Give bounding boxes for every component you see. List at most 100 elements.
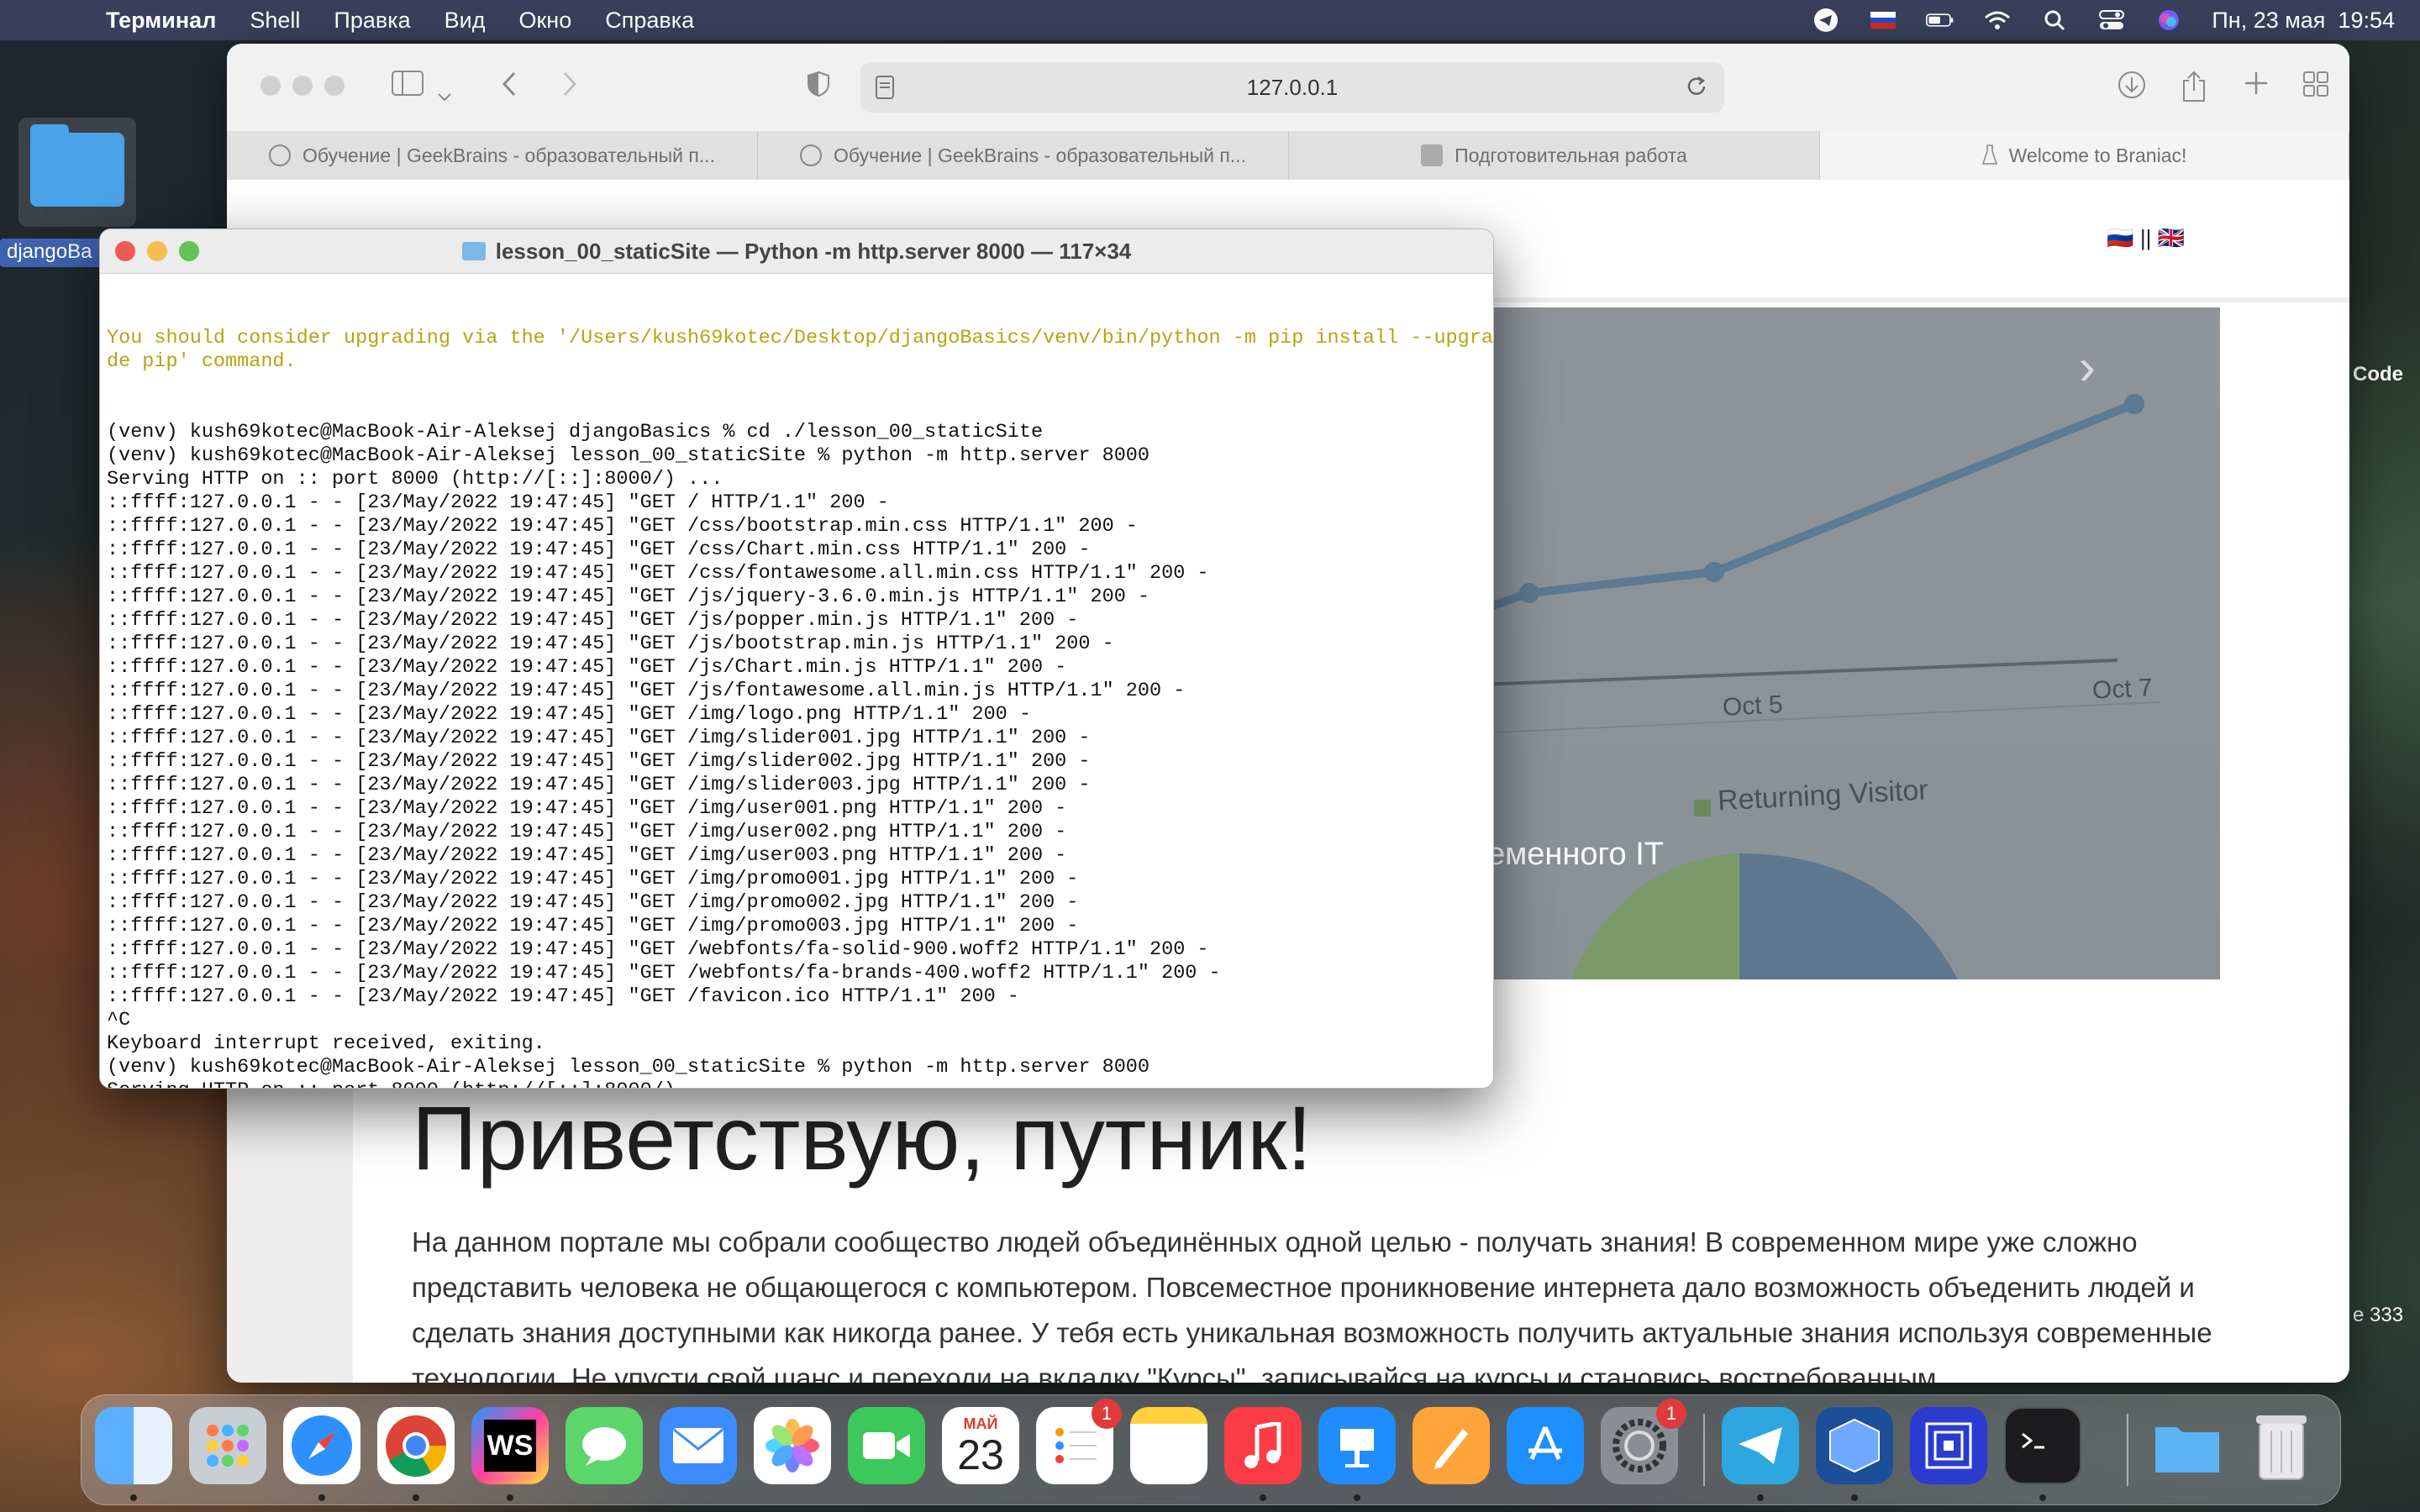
safari-icon[interactable] bbox=[283, 1407, 360, 1484]
settings-badge: 1 bbox=[1656, 1399, 1686, 1429]
terminal-line: ::ffff:127.0.0.1 - - [23/May/2022 19:47:… bbox=[107, 938, 1209, 961]
terminal-icon[interactable] bbox=[2004, 1407, 2081, 1484]
chrome-icon[interactable] bbox=[377, 1407, 455, 1484]
virtualbox-icon[interactable] bbox=[1816, 1407, 1893, 1484]
running-indicator bbox=[413, 1494, 419, 1501]
tab-preparatory-work[interactable]: Подготовительная работа bbox=[1289, 131, 1820, 180]
running-indicator bbox=[318, 1494, 325, 1501]
share-icon[interactable] bbox=[2181, 71, 2207, 110]
running-indicator bbox=[1851, 1494, 1858, 1501]
hero-caption: еменного IT bbox=[1487, 837, 1664, 872]
tab-label: Welcome to Braniac! bbox=[2008, 144, 2187, 166]
input-language-flag-icon[interactable] bbox=[1869, 9, 1897, 31]
wifi-icon[interactable] bbox=[1983, 9, 2012, 31]
terminal-line: ::ffff:127.0.0.1 - - [23/May/2022 19:47:… bbox=[107, 962, 1221, 984]
hero-axis-label: Oct 5 bbox=[1722, 690, 1784, 722]
calendar-icon[interactable]: МАЙ 23 bbox=[942, 1407, 1019, 1484]
terminal-line: ::ffff:127.0.0.1 - - [23/May/2022 19:47:… bbox=[107, 633, 1114, 655]
terminal-line: ::ffff:127.0.0.1 - - [23/May/2022 19:47:… bbox=[107, 891, 1079, 914]
terminal-window: lesson_00_staticSite — Python -m http.se… bbox=[99, 228, 1494, 1089]
terminal-line: ::ffff:127.0.0.1 - - [23/May/2022 19:47:… bbox=[107, 585, 1150, 608]
music-icon[interactable] bbox=[1224, 1407, 1302, 1484]
terminal-output[interactable]: You should consider upgrading via the '/… bbox=[107, 280, 1493, 1088]
running-indicator bbox=[1354, 1494, 1360, 1501]
battery-icon[interactable] bbox=[1926, 9, 1954, 31]
finder-icon[interactable] bbox=[95, 1407, 172, 1484]
tab-welcome-braniac[interactable]: Welcome to Braniac! bbox=[1820, 131, 2349, 180]
terminal-titlebar: lesson_00_staticSite — Python -m http.se… bbox=[100, 229, 1493, 274]
pages-icon[interactable] bbox=[1413, 1407, 1490, 1484]
trash-icon[interactable] bbox=[2243, 1407, 2320, 1484]
zoom-button[interactable] bbox=[179, 241, 199, 261]
hero-axis-label: Oct 7 bbox=[2091, 674, 2154, 705]
background-window-text: Code bbox=[2353, 363, 2403, 386]
facetime-icon[interactable] bbox=[848, 1407, 925, 1484]
minimize-button[interactable] bbox=[292, 76, 313, 96]
url-text[interactable]: 127.0.0.1 bbox=[1247, 75, 1338, 101]
keynote-icon[interactable] bbox=[1318, 1407, 1396, 1484]
siri-icon[interactable] bbox=[2154, 9, 2183, 31]
reminders-badge: 1 bbox=[1092, 1399, 1122, 1429]
privacy-shield-icon[interactable] bbox=[807, 71, 830, 105]
flask-favicon-icon bbox=[1981, 144, 1997, 166]
downloads-stack-icon[interactable] bbox=[2149, 1407, 2226, 1484]
downloads-icon[interactable] bbox=[2118, 71, 2146, 107]
address-bar[interactable]: 127.0.0.1 bbox=[860, 62, 1724, 113]
terminal-line: Serving HTTP on :: port 8000 (http://[::… bbox=[107, 468, 723, 491]
menu-app-name[interactable]: Терминал bbox=[106, 8, 216, 34]
running-indicator bbox=[2039, 1494, 2046, 1501]
tab-label: Обучение | GeekBrains - образовательный … bbox=[834, 144, 1246, 166]
menu-clock[interactable]: Пн, 23 мая 19:54 bbox=[2212, 8, 2395, 34]
dock-separator bbox=[1703, 1414, 1705, 1486]
webstorm-label: WS bbox=[484, 1420, 536, 1472]
terminal-line: ::ffff:127.0.0.1 - - [23/May/2022 19:47:… bbox=[107, 821, 1067, 843]
forward-icon[interactable] bbox=[561, 71, 578, 105]
calendar-month: МАЙ bbox=[963, 1415, 998, 1432]
spotlight-search-icon[interactable] bbox=[2040, 9, 2069, 31]
close-button[interactable] bbox=[260, 76, 281, 96]
terminal-line: Serving HTTP on :: port 8000 (http://[::… bbox=[107, 1079, 1485, 1088]
menu-help[interactable]: Справка bbox=[605, 8, 694, 34]
page-icon bbox=[876, 76, 894, 105]
reminders-icon[interactable]: 1 bbox=[1036, 1399, 1122, 1484]
close-button[interactable] bbox=[115, 241, 135, 261]
reload-icon[interactable] bbox=[1684, 74, 1709, 105]
menu-edit[interactable]: Правка bbox=[334, 8, 410, 34]
tab-overview-icon[interactable] bbox=[2302, 71, 2329, 105]
menu-shell[interactable]: Shell bbox=[250, 8, 300, 34]
zoom-button[interactable] bbox=[324, 76, 345, 96]
running-indicator bbox=[130, 1494, 137, 1501]
terminal-line: ::ffff:127.0.0.1 - - [23/May/2022 19:47:… bbox=[107, 515, 1138, 538]
virtual-machine-icon[interactable] bbox=[1910, 1407, 1987, 1484]
telegram-status-icon[interactable] bbox=[1812, 8, 1840, 32]
app-store-icon[interactable] bbox=[1507, 1407, 1584, 1484]
tab-label: Подготовительная работа bbox=[1455, 144, 1687, 166]
pip-upgrade-warning: You should consider upgrading via the '/… bbox=[107, 327, 1493, 373]
language-switcher[interactable]: 🇷🇺 || 🇬🇧 bbox=[2107, 225, 2185, 251]
menu-window[interactable]: Окно bbox=[518, 8, 571, 34]
geekbrains-favicon-icon bbox=[800, 144, 823, 166]
menu-view[interactable]: Вид bbox=[445, 8, 486, 34]
terminal-line: ::ffff:127.0.0.1 - - [23/May/2022 19:47:… bbox=[107, 491, 889, 514]
desktop-folder-icon[interactable] bbox=[18, 118, 136, 227]
minimize-button[interactable] bbox=[147, 241, 167, 261]
tab-geekbrains-1[interactable]: Обучение | GeekBrains - образовательный … bbox=[227, 131, 758, 180]
new-tab-icon[interactable] bbox=[2244, 71, 2269, 103]
system-preferences-icon[interactable]: 1 bbox=[1601, 1399, 1686, 1484]
notes-icon[interactable] bbox=[1130, 1407, 1207, 1484]
control-center-icon[interactable] bbox=[2097, 9, 2126, 31]
chevron-down-icon[interactable] bbox=[437, 77, 452, 110]
terminal-line: (venv) kush69kotec@MacBook-Air-Aleksej l… bbox=[107, 444, 1150, 467]
mail-icon[interactable] bbox=[660, 1407, 737, 1484]
telegram-icon[interactable] bbox=[1722, 1407, 1799, 1484]
terminal-line: ::ffff:127.0.0.1 - - [23/May/2022 19:47:… bbox=[107, 915, 1079, 937]
webstorm-icon[interactable]: WS bbox=[471, 1407, 549, 1484]
m-favicon-icon bbox=[1421, 144, 1444, 166]
photos-icon[interactable] bbox=[754, 1407, 831, 1484]
back-icon[interactable] bbox=[501, 71, 518, 105]
sidebar-toggle-icon[interactable] bbox=[392, 71, 424, 103]
messages-icon[interactable] bbox=[566, 1407, 643, 1484]
tab-geekbrains-2[interactable]: Обучение | GeekBrains - образовательный … bbox=[758, 131, 1289, 180]
launchpad-icon[interactable] bbox=[189, 1407, 266, 1484]
terminal-lines: (venv) kush69kotec@MacBook-Air-Aleksej d… bbox=[107, 421, 1485, 1088]
